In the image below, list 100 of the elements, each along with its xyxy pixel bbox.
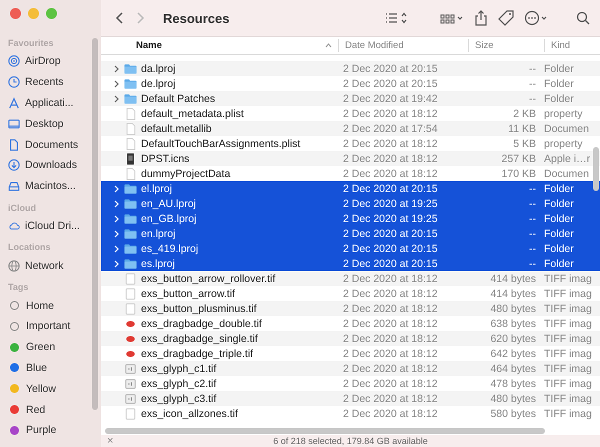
sidebar-item[interactable]: Purple: [26, 424, 56, 436]
desktop-icon: [8, 118, 20, 130]
search-icon[interactable]: [576, 10, 590, 26]
kind-cell-text: Folder: [544, 212, 575, 224]
date-cell-text: 2 Dec 2020 at 18:12: [342, 318, 439, 330]
file-row[interactable]: da.lproj 2 Dec 2020 at 20:15 -- Folder: [101, 61, 600, 76]
folder-icon: [124, 258, 137, 270]
file-row[interactable]: es.lproj 2 Dec 2020 at 20:15 -- Folder: [101, 256, 600, 271]
folder-icon: [124, 182, 137, 194]
file-row[interactable]: en_GB.lproj 2 Dec 2020 at 19:25 -- Folder: [101, 211, 600, 226]
tag-icon[interactable]: [498, 10, 514, 26]
sidebar-item[interactable]: Yellow: [26, 382, 56, 395]
file-name: da.lproj: [141, 62, 176, 74]
date-cell-text: 2 Dec 2020 at 18:12: [342, 408, 439, 420]
column-header[interactable]: Size: [475, 40, 494, 51]
file-row[interactable]: default_metadata.plist 2 Dec 2020 at 18:12 2 KB property: [101, 106, 600, 121]
file-row[interactable]: exs_glyph_c2.tif 2 Dec 2020 at 18:12 478 bytes TIFF imag: [101, 376, 600, 391]
date-cell-text: 2 Dec 2020 at 19:42: [342, 92, 439, 104]
kind-cell-text: TIFF imag: [544, 378, 593, 390]
kind-cell-text: TIFF imag: [544, 272, 593, 284]
cloud-icon: [8, 220, 20, 232]
sidebar-item[interactable]: Red: [26, 404, 46, 416]
file-name: dummyProjectData: [141, 168, 230, 180]
size-cell-text: --: [528, 198, 537, 210]
file-row[interactable]: DefaultTouchBarAssignments.plist 2 Dec 2020 at 18:12 5 KB property: [101, 136, 600, 151]
size-cell-text: --: [528, 78, 537, 90]
date-cell-text: 2 Dec 2020 at 18:12: [342, 392, 439, 404]
close-window-button[interactable]: [10, 8, 21, 19]
back-icon[interactable]: [115, 11, 125, 25]
globe-icon: [8, 260, 20, 272]
file-name: exs_button_arrow.tif: [141, 288, 235, 300]
file-row[interactable]: exs_button_arrow.tif 2 Dec 2020 at 18:12 414 bytes TIFF imag: [101, 286, 600, 301]
file-row[interactable]: exs_dragbadge_single.tif 2 Dec 2020 at 18:12 620 bytes TIFF imag: [101, 331, 600, 346]
file-row[interactable]: default.metallib 2 Dec 2020 at 17:54 11 KB Documen: [101, 121, 600, 136]
file-name: exs_glyph_c1.tif: [141, 362, 216, 374]
date-cell-text: 2 Dec 2020 at 20:15: [342, 228, 439, 240]
scrollbar[interactable]: [593, 147, 599, 191]
file-row[interactable]: dummyProjectData 2 Dec 2020 at 18:12 170 KB Documen: [101, 166, 600, 181]
kind-cell-text: TIFF imag: [544, 392, 593, 404]
file-row[interactable]: de.lproj 2 Dec 2020 at 20:15 -- Folder: [101, 76, 600, 91]
file-name: exs_dragbadge_triple.tif: [141, 348, 254, 360]
file-name: exs_glyph_c2.tif: [141, 378, 216, 390]
file-name: el.lproj: [141, 182, 172, 194]
scrollbar[interactable]: [105, 428, 545, 434]
folder-icon: [124, 228, 137, 240]
date-cell-text: 2 Dec 2020 at 20:15: [342, 78, 439, 90]
file-row[interactable]: exs_glyph_c1.tif 2 Dec 2020 at 18:12 464 bytes TIFF imag: [101, 361, 600, 376]
file-row[interactable]: DPST.icns 2 Dec 2020 at 18:12 257 KB Apple i…r: [101, 151, 600, 166]
file-row[interactable]: en.lproj 2 Dec 2020 at 20:15 -- Folder: [101, 226, 600, 241]
date-cell-text: 2 Dec 2020 at 18:12: [342, 378, 439, 390]
date-cell-text: 2 Dec 2020 at 18:12: [342, 332, 439, 344]
column-header[interactable]: Kind: [551, 40, 570, 51]
list-view-icon[interactable]: [384, 10, 408, 26]
date-cell-text: 2 Dec 2020 at 17:54: [342, 122, 439, 134]
file-icon: [124, 122, 137, 134]
image-file-icon: [124, 288, 137, 300]
file-row[interactable]: exs_dragbadge_double.tif 2 Dec 2020 at 18:12 638 bytes TIFF imag: [101, 316, 600, 331]
file-name: es_419.lproj: [141, 242, 198, 254]
sidebar-item[interactable]: Network: [25, 260, 64, 272]
sidebar-item[interactable]: AirDrop: [25, 55, 61, 68]
sidebar-item[interactable]: Important: [26, 320, 70, 332]
file-row[interactable]: exs_button_plusminus.tif 2 Dec 2020 at 18:12 480 bytes TIFF imag: [101, 301, 600, 316]
share-icon[interactable]: [474, 10, 488, 26]
file-name: exs_button_plusminus.tif: [141, 302, 257, 314]
sidebar-item[interactable]: Macintos...: [25, 180, 76, 192]
file-row[interactable]: el.lproj 2 Dec 2020 at 20:15 -- Folder: [101, 181, 600, 196]
file-row[interactable]: en_AU.lproj 2 Dec 2020 at 19:25 -- Folder: [101, 196, 600, 211]
date-cell-text: 2 Dec 2020 at 18:12: [342, 108, 439, 120]
sidebar-item[interactable]: Applicati...: [25, 96, 74, 109]
sidebar-item[interactable]: Recents: [25, 76, 64, 88]
sidebar-item[interactable]: iCloud Dri...: [25, 220, 80, 232]
sidebar-item[interactable]: Documents: [25, 138, 78, 151]
file-row[interactable]: Default Patches 2 Dec 2020 at 19:42 -- Folder: [101, 91, 600, 106]
kind-cell-text: Documen: [544, 168, 590, 180]
column-header[interactable]: Name: [136, 40, 162, 51]
folder-icon: [124, 92, 137, 104]
file-row[interactable]: exs_button_arrow_rollover.tif 2 Dec 2020 at 18:12 414 bytes TIFF imag: [101, 271, 600, 286]
scrollbar[interactable]: [92, 38, 98, 410]
window-title: Resources: [163, 10, 230, 26]
file-row[interactable]: es_419.lproj 2 Dec 2020 at 20:15 -- Folder: [101, 241, 600, 256]
size-cell-text: 480 bytes: [489, 302, 537, 314]
size-cell-text: 11 KB: [507, 122, 537, 134]
sidebar-item[interactable]: Green: [26, 341, 56, 354]
file-name: en_GB.lproj: [141, 212, 196, 224]
sidebar-item[interactable]: Home: [26, 300, 54, 312]
sidebar-item[interactable]: Blue: [26, 362, 48, 374]
date-cell-text: 2 Dec 2020 at 18:12: [342, 272, 439, 284]
column-header[interactable]: Date Modified: [345, 40, 404, 51]
size-cell-text: --: [528, 258, 537, 270]
file-name: en_AU.lproj: [141, 198, 196, 210]
date-cell-text: 2 Dec 2020 at 18:12: [342, 302, 439, 314]
file-row[interactable]: exs_glyph_c3.tif 2 Dec 2020 at 18:12 480 bytes TIFF imag: [101, 391, 600, 406]
file-row[interactable]: exs_icon_allzones.tif 2 Dec 2020 at 18:12 580 bytes TIFF imag: [101, 406, 600, 421]
kind-cell-text: Folder: [544, 198, 575, 210]
size-cell-text: 620 bytes: [489, 332, 537, 344]
file-row[interactable]: exs_dragbadge_triple.tif 2 Dec 2020 at 18:12 642 bytes TIFF imag: [101, 346, 600, 361]
sidebar-item[interactable]: Downloads: [25, 159, 77, 172]
file-name: exs_button_arrow_rollover.tif: [141, 272, 276, 284]
sidebar-item[interactable]: Desktop: [25, 118, 64, 130]
kind-cell-text: TIFF imag: [544, 362, 593, 374]
